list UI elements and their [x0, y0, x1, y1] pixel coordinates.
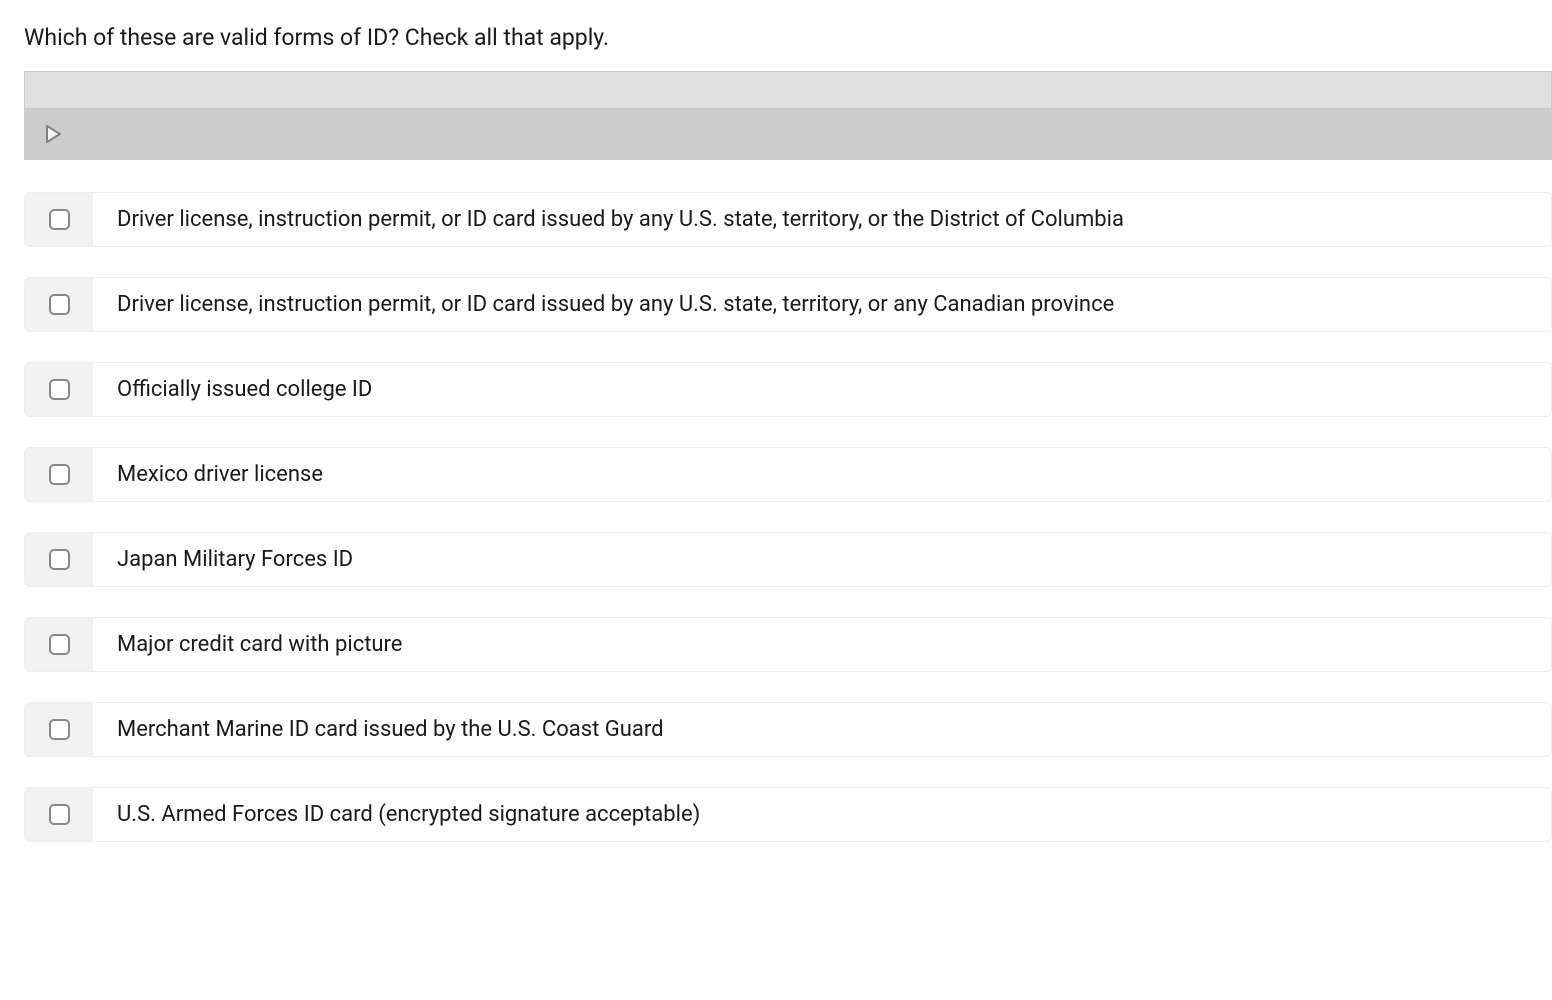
- checkbox[interactable]: [49, 464, 70, 485]
- checkbox-cell: [25, 193, 93, 246]
- option-label: Driver license, instruction permit, or I…: [93, 193, 1551, 246]
- checkbox[interactable]: [49, 549, 70, 570]
- question-text: Which of these are valid forms of ID? Ch…: [24, 24, 1552, 51]
- checkbox-cell: [25, 533, 93, 586]
- quiz-container: Which of these are valid forms of ID? Ch…: [0, 0, 1552, 866]
- option-label: Major credit card with picture: [93, 618, 1551, 671]
- option-row[interactable]: Mexico driver license: [24, 447, 1552, 502]
- checkbox-cell: [25, 363, 93, 416]
- checkbox[interactable]: [49, 379, 70, 400]
- media-display-area: [25, 72, 1551, 109]
- checkbox[interactable]: [49, 804, 70, 825]
- checkbox-cell: [25, 703, 93, 756]
- checkbox[interactable]: [49, 634, 70, 655]
- option-label: Driver license, instruction permit, or I…: [93, 278, 1551, 331]
- option-row[interactable]: Japan Military Forces ID: [24, 532, 1552, 587]
- option-row[interactable]: Merchant Marine ID card issued by the U.…: [24, 702, 1552, 757]
- option-row[interactable]: Driver license, instruction permit, or I…: [24, 277, 1552, 332]
- checkbox-cell: [25, 278, 93, 331]
- option-row[interactable]: Driver license, instruction permit, or I…: [24, 192, 1552, 247]
- option-row[interactable]: U.S. Armed Forces ID card (encrypted sig…: [24, 787, 1552, 842]
- checkbox[interactable]: [49, 719, 70, 740]
- play-icon[interactable]: [43, 124, 63, 144]
- option-label: Merchant Marine ID card issued by the U.…: [93, 703, 1551, 756]
- media-controls-bar: [25, 109, 1551, 159]
- checkbox[interactable]: [49, 209, 70, 230]
- media-player: [24, 71, 1552, 160]
- option-label: U.S. Armed Forces ID card (encrypted sig…: [93, 788, 1551, 841]
- checkbox-cell: [25, 788, 93, 841]
- option-label: Officially issued college ID: [93, 363, 1551, 416]
- option-label: Mexico driver license: [93, 448, 1551, 501]
- checkbox[interactable]: [49, 294, 70, 315]
- checkbox-cell: [25, 448, 93, 501]
- option-label: Japan Military Forces ID: [93, 533, 1551, 586]
- options-list: Driver license, instruction permit, or I…: [24, 192, 1552, 842]
- option-row[interactable]: Officially issued college ID: [24, 362, 1552, 417]
- option-row[interactable]: Major credit card with picture: [24, 617, 1552, 672]
- checkbox-cell: [25, 618, 93, 671]
